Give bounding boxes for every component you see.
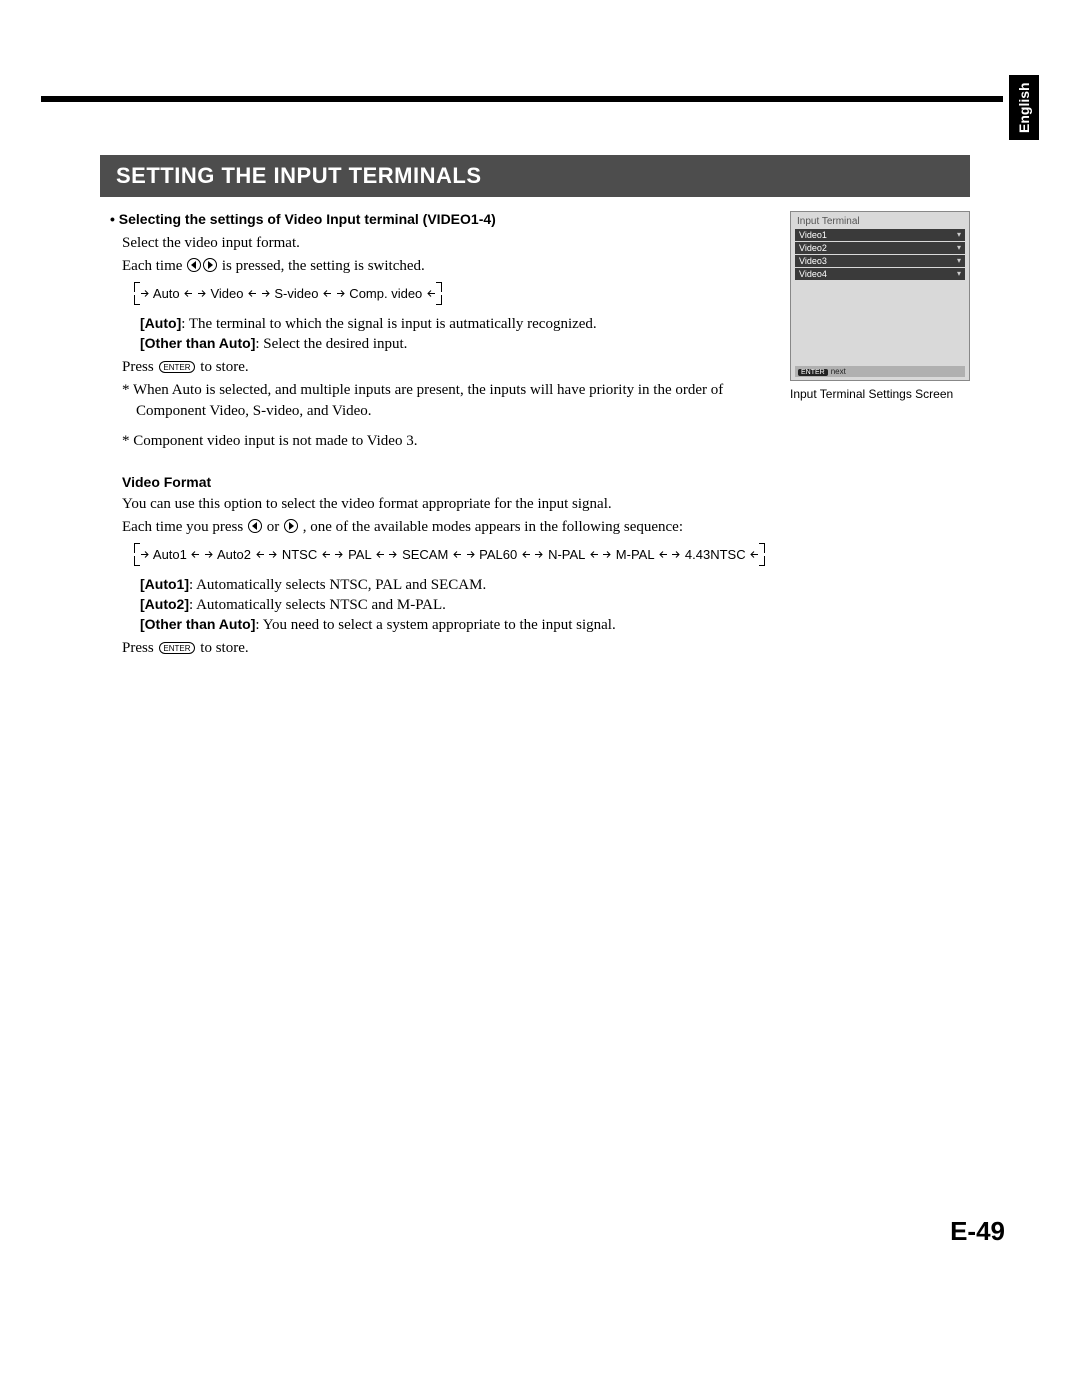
note-auto-priority: * When Auto is selected, and multiple in… xyxy=(122,380,772,421)
subhead-video-format: Video Format xyxy=(122,474,970,490)
label-other2: [Other than Auto] xyxy=(140,616,255,632)
left-button-icon xyxy=(247,519,263,535)
top-divider xyxy=(41,96,1003,102)
text-press-store-1: Press ENTER to store. xyxy=(122,357,772,377)
section-title: SETTING THE INPUT TERMINALS xyxy=(100,155,970,197)
text-each-time-b: is pressed, the setting is switched. xyxy=(222,258,425,274)
screen-foot-txt: next xyxy=(831,367,846,376)
txt-other2: : You need to select a system appropriat… xyxy=(255,617,615,633)
label-auto: Auto xyxy=(145,315,177,331)
screen-foot-chip: ENTER xyxy=(798,369,828,376)
press-a-1: Press xyxy=(122,359,157,375)
press-b-2: to store. xyxy=(197,640,249,656)
vf-each-b: , one of the available modes appears in … xyxy=(303,519,683,535)
text-other: : Select the desired input. xyxy=(255,336,407,352)
subhead-video-input: • Selecting the settings of Video Input … xyxy=(100,211,772,227)
text-each-time-a: Each time xyxy=(122,258,186,274)
press-b-1: to store. xyxy=(197,359,249,375)
screen-title: Input Terminal xyxy=(791,212,969,229)
text-each-time: Each time is pressed, the setting is swi… xyxy=(122,256,772,276)
txt-auto1: : Automatically selects NTSC, PAL and SE… xyxy=(189,577,486,593)
press-a-2: Press xyxy=(122,640,157,656)
txt-auto2: : Automatically selects NTSC and M-PAL. xyxy=(189,597,446,613)
sequence-input: Auto Video S-video Comp. video xyxy=(140,284,436,303)
screen-footer: ENTERnext xyxy=(795,366,965,377)
screen-row: Video3▾ xyxy=(795,255,965,267)
text-select-format: Select the video input format. xyxy=(122,233,772,253)
vf-or: or xyxy=(267,519,283,535)
note-video3: * Component video input is not made to V… xyxy=(122,431,772,451)
screen-row: Video1▾ xyxy=(795,229,965,241)
screenshot-input-terminal: Input Terminal Video1▾Video2▾Video3▾Vide… xyxy=(790,211,970,381)
text-auto-desc: [Auto]: The terminal to which the signal… xyxy=(140,314,772,355)
right-button-icon xyxy=(202,258,218,274)
page-number: E-49 xyxy=(950,1216,1005,1247)
text-auto: : The terminal to which the signal is in… xyxy=(181,316,596,332)
text-modes: [Auto1]: Automatically selects NTSC, PAL… xyxy=(140,575,970,636)
right-button-icon xyxy=(283,519,299,535)
page-content: SETTING THE INPUT TERMINALS • Selecting … xyxy=(100,155,970,662)
text-vf-desc: You can use this option to select the vi… xyxy=(122,494,970,514)
enter-button-icon: ENTER xyxy=(159,642,194,654)
sequence-format: Auto1 Auto2 NTSC PAL SECAM PAL60 N-PAL M… xyxy=(140,545,759,564)
vf-each-a: Each time you press xyxy=(122,519,247,535)
label-other: [Other than Auto] xyxy=(140,335,255,351)
text-press-store-2: Press ENTER to store. xyxy=(122,638,970,658)
label-auto1: [Auto1] xyxy=(140,576,189,592)
language-tab: English xyxy=(1009,75,1039,140)
left-button-icon xyxy=(186,258,202,274)
enter-button-icon: ENTER xyxy=(159,361,194,373)
screen-row: Video4▾ xyxy=(795,268,965,280)
screen-row: Video2▾ xyxy=(795,242,965,254)
label-auto2: [Auto2] xyxy=(140,596,189,612)
screen-caption: Input Terminal Settings Screen xyxy=(790,387,970,401)
text-vf-each: Each time you press or , one of the avai… xyxy=(122,517,970,537)
